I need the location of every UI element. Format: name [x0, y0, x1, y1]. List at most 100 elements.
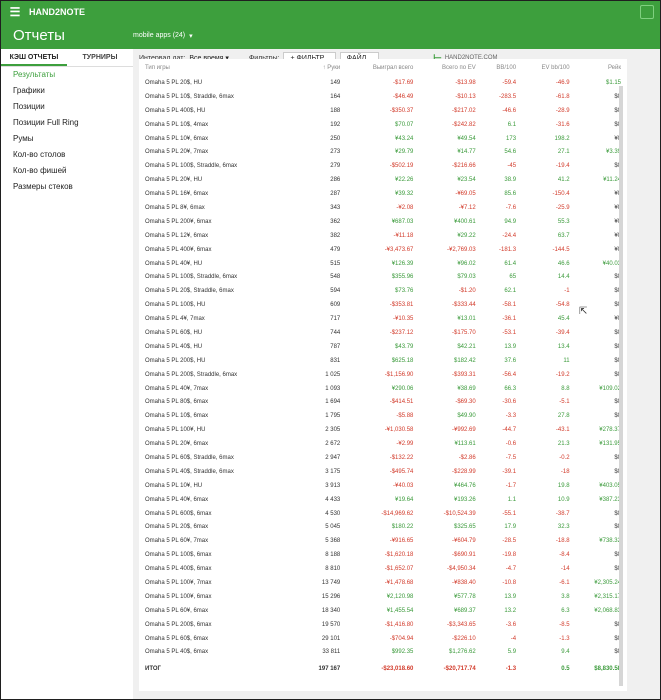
cell-evbb100: 6.3	[561, 607, 570, 614]
cell-won: $43.79	[395, 343, 414, 350]
cell-bb100: 38.9	[504, 177, 517, 184]
table-row[interactable]: Omaha 5 PL 20¥, 7max 273 ¥29.79 ¥14.77 54.6 2…	[139, 145, 627, 159]
cell-name: Omaha 5 PL 100$, HU	[145, 302, 206, 309]
nav-item-positions-full-ring[interactable]: Позиции Full Ring	[1, 115, 133, 131]
total-row[interactable]: ИТОГ 197 167 -$23,018.60 -$20,717.74 -1.3 0.5…	[139, 659, 627, 679]
col-header-rake[interactable]: Рейк	[576, 59, 627, 76]
table-row[interactable]: Omaha 5 PL 200$, Straddle, 6max 1 025 -$1,…	[139, 368, 627, 382]
cell-name: Omaha 5 PL 100$, Straddle, 6max	[145, 163, 238, 170]
table-row[interactable]: Omaha 5 PL 100$, Straddle, 6max 279 -$502.…	[139, 159, 627, 173]
table-row[interactable]: Omaha 5 PL 60¥, 7max 5 368 -¥916.65 -¥604.7…	[139, 534, 627, 548]
table-row[interactable]: Omaha 5 PL 60¥, 6max 18 340 ¥1,455.54 ¥689.…	[139, 604, 627, 618]
table-row[interactable]: Omaha 5 PL 100¥, 6max 15 296 ¥2,120.98 ¥577…	[139, 590, 627, 604]
cell-won: -$14,969.62	[381, 510, 414, 517]
table-row[interactable]: Omaha 5 PL 400¥, 6max 479 -¥3,473.67 -¥2,76…	[139, 243, 627, 257]
table-row[interactable]: Omaha 5 PL 100¥, HU 2 305 -¥1,030.58 -¥992.…	[139, 423, 627, 437]
table-row[interactable]: Omaha 5 PL 60$, HU 744 -$237.12 -$175.70 -53…	[139, 326, 627, 340]
cell-won: $992.35	[391, 649, 414, 656]
table-row[interactable]: Omaha 5 PL 40¥, 6max 4 433 ¥19.64 ¥193.26 1.…	[139, 493, 627, 507]
cell-evbb100: -28.9	[555, 107, 570, 114]
table-row[interactable]: Omaha 5 PL 10$, 6max 1 795 -$5.88 $49.90 -3.…	[139, 409, 627, 423]
cell-evbb100: -1.3	[559, 635, 570, 642]
cell-name: Omaha 5 PL 40$, HU	[145, 343, 203, 350]
cell-won: ¥39.32	[395, 191, 414, 198]
table-row[interactable]: Omaha 5 PL 100¥, 7max 13 749 -¥1,478.68 -¥8…	[139, 576, 627, 590]
cell-won: -¥2.99	[396, 441, 414, 448]
table-row[interactable]: Omaha 5 PL 8¥, 6max 343 -¥2.08 -¥7.12 -7.6 -2…	[139, 201, 627, 215]
table-row[interactable]: Omaha 5 PL 100$, Straddle, 6max 548 $355.9…	[139, 270, 627, 284]
nav-item-rooms[interactable]: Румы	[1, 131, 133, 147]
cell-evbb100: -25.9	[555, 204, 570, 211]
table-row[interactable]: Omaha 5 PL 600$, 6max 4 530 -$14,969.62 -$1…	[139, 507, 627, 521]
col-header-ev-total[interactable]: Всего по EV	[419, 59, 481, 76]
table-row[interactable]: Omaha 5 PL 40¥, HU 515 ¥126.39 ¥96.02 61.4 46…	[139, 257, 627, 271]
cell-name: Omaha 5 PL 20$, HU	[145, 79, 203, 86]
nav-item-stack-sizes[interactable]: Размеры стеков	[1, 179, 133, 195]
account-selector[interactable]: mobile apps (24) ▾	[133, 32, 193, 40]
table-scrollbar[interactable]	[619, 86, 623, 686]
table-row[interactable]: Omaha 5 PL 40$, Straddle, 6max 3 175 -$495…	[139, 465, 627, 479]
col-header-hands[interactable]: ↑ Руки	[303, 59, 347, 76]
table-row[interactable]: Omaha 5 PL 20¥, HU 286 ¥22.26 ¥23.54 38.9 41.…	[139, 173, 627, 187]
table-row[interactable]: Omaha 5 PL 12¥, 6max 382 -¥11.18 ¥29.22 -24.…	[139, 229, 627, 243]
cell-ev: $79.03	[457, 274, 476, 281]
table-row[interactable]: Omaha 5 PL 20$, HU 149 -$17.69 -$13.98 -59.4…	[139, 76, 627, 90]
table-row[interactable]: Omaha 5 PL 400$, 6max 8 810 -$1,652.07 -$4,…	[139, 562, 627, 576]
table-row[interactable]: Omaha 5 PL 60$, Straddle, 6max 2 947 -$132…	[139, 451, 627, 465]
table-row[interactable]: Omaha 5 PL 60$, 6max 29 101 -$704.94 -$226.…	[139, 632, 627, 646]
hamburger-menu-icon[interactable]: ☰	[1, 5, 29, 19]
table-row[interactable]: Omaha 5 PL 100$, 6max 8 188 -$1,620.18 -$69…	[139, 548, 627, 562]
table-row[interactable]: Omaha 5 PL 200$, 6max 19 570 -$1,416.80 -$3…	[139, 618, 627, 632]
table-row[interactable]: Omaha 5 PL 40$, 6max 33 811 $992.35 $1,276.…	[139, 646, 627, 660]
col-header-bb100[interactable]: BB/100	[482, 59, 522, 76]
cell-hands: 5 045	[325, 524, 341, 531]
cell-name: Omaha 5 PL 20$, Straddle, 6max	[145, 288, 234, 295]
nav-item-results[interactable]: Результаты	[1, 67, 133, 83]
cell-ev: ¥464.76	[454, 482, 476, 489]
table-row[interactable]: Omaha 5 PL 10$, Straddle, 6max 164 -$46.49…	[139, 90, 627, 104]
cell-bb100: -1.7	[505, 482, 517, 489]
tab-tournaments[interactable]: ТУРНИРЫ	[67, 49, 133, 66]
cell-ev: -$393.31	[452, 371, 476, 378]
restore-window-button[interactable]	[640, 4, 654, 19]
table-row[interactable]: Omaha 5 PL 100$, HU 609 -$353.81 -$333.44 -5…	[139, 298, 627, 312]
cell-hands: 3 175	[325, 468, 341, 475]
cell-name: Omaha 5 PL 400$, 6max	[145, 566, 212, 573]
cell-bb100: 65	[509, 274, 517, 281]
table-row[interactable]: Omaha 5 PL 80$, 6max 1 694 -$414.51 -$69.30…	[139, 395, 627, 409]
tab-cash-reports[interactable]: КЭШ ОТЧЕТЫ	[1, 49, 67, 66]
cell-evbb100: 55.3	[557, 218, 570, 225]
col-header-ev-bb100[interactable]: EV bb/100	[522, 59, 575, 76]
table-row[interactable]: Omaha 5 PL 200$, HU 831 $625.18 $182.42 37.6…	[139, 354, 627, 368]
cell-bb100: -181.3	[499, 246, 517, 253]
col-header-game-type[interactable]: Тип игры	[139, 59, 303, 76]
table-row[interactable]: Omaha 5 PL 40$, HU 787 $43.79 $42.21 13.9 13.…	[139, 340, 627, 354]
table-row[interactable]: Omaha 5 PL 10¥, 6max 250 ¥43.24 ¥49.54 173 19…	[139, 132, 627, 146]
table-row[interactable]: Omaha 5 PL 20$, 6max 5 045 $180.22 $325.65 1…	[139, 521, 627, 535]
cell-ev: $42.21	[457, 343, 476, 350]
cell-hands: 15 296	[321, 593, 341, 600]
table-row[interactable]: Omaha 5 PL 200¥, 6max 362 ¥687.03 ¥400.61 94…	[139, 215, 627, 229]
nav-item-tables-count[interactable]: Кол-во столов	[1, 147, 133, 163]
col-header-won-total[interactable]: Выиграл всего	[346, 59, 419, 76]
cell-name: Omaha 5 PL 12¥, 6max	[145, 232, 209, 239]
cell-bb100: -56.4	[502, 371, 517, 378]
cell-bb100: 66.3	[504, 385, 517, 392]
table-row[interactable]: Omaha 5 PL 10$, 4max 192 $70.07 -$242.82 6.1…	[139, 118, 627, 132]
nav-item-positions[interactable]: Позиции	[1, 99, 133, 115]
table-row[interactable]: Omaha 5 PL 20¥, 6max 2 672 -¥2.99 ¥113.61 -0…	[139, 437, 627, 451]
cell-hands: 197 167	[318, 666, 341, 673]
table-row[interactable]: Omaha 5 PL 4¥, 7max 717 -¥10.35 ¥13.01 -36.1…	[139, 312, 627, 326]
table-row[interactable]: Omaha 5 PL 400$, HU 188 -$350.37 -$217.02 -4…	[139, 104, 627, 118]
nav-item-chips-count[interactable]: Кол-во фишей	[1, 163, 133, 179]
nav-item-graphs[interactable]: Графики	[1, 83, 133, 99]
table-row[interactable]: Omaha 5 PL 10¥, HU 3 913 -¥40.03 ¥464.76 -1.…	[139, 479, 627, 493]
cell-won: $73.76	[395, 288, 414, 295]
report-nav: Результаты Графики Позиции Позиции Full …	[1, 67, 133, 195]
cell-won: -$5.88	[396, 413, 414, 420]
table-row[interactable]: Omaha 5 PL 20$, Straddle, 6max 594 $73.76 -…	[139, 284, 627, 298]
table-row[interactable]: Omaha 5 PL 16¥, 6max 287 ¥39.32 -¥69.05 85.6…	[139, 187, 627, 201]
table-row[interactable]: Omaha 5 PL 40¥, 7max 1 093 ¥290.06 ¥38.69 66…	[139, 382, 627, 396]
cell-evbb100: 8.8	[561, 385, 570, 392]
results-table: Тип игры ↑ Руки Выиграл всего Всего по E…	[139, 59, 627, 679]
